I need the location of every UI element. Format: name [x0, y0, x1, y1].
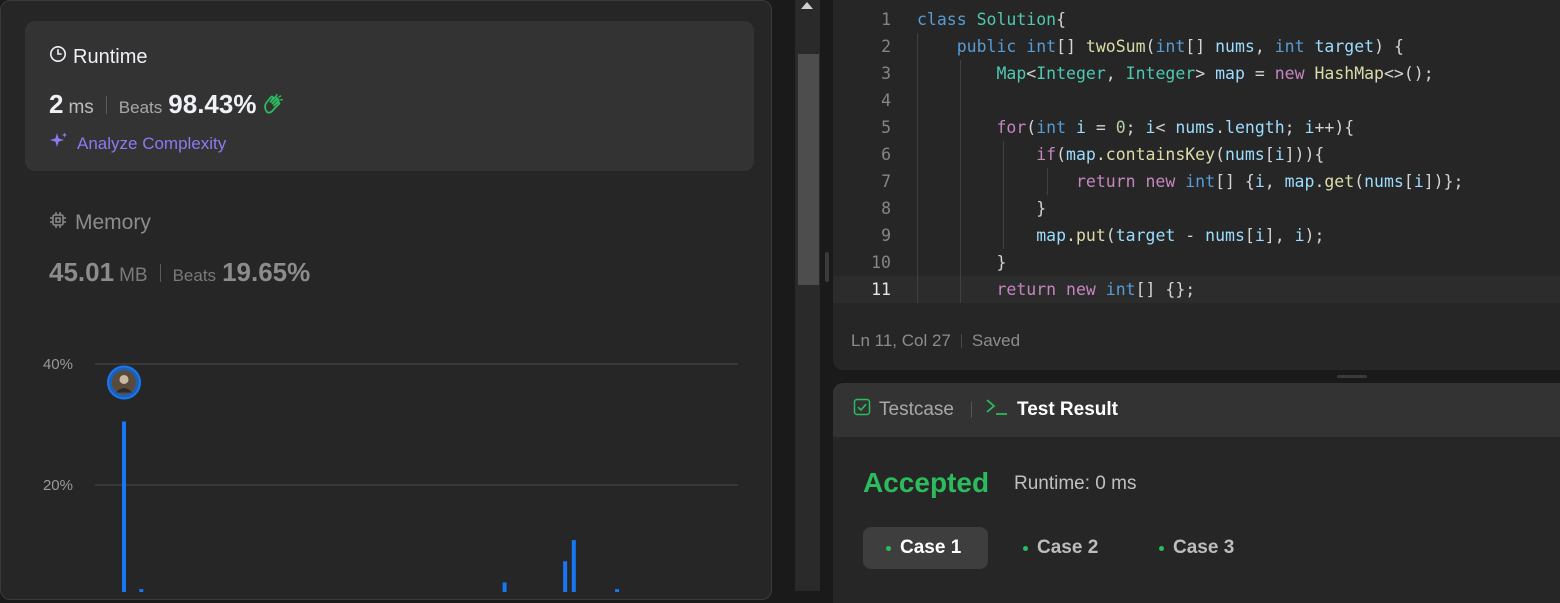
memory-beats-value: 19.65% — [222, 257, 311, 287]
case-label: Case 2 — [1037, 537, 1099, 558]
case-2-button[interactable]: Case 2 — [1000, 527, 1125, 569]
code-line[interactable]: 9 map.put(target - nums[i], i); — [833, 222, 1560, 249]
memory-metric: 45.01 MB Beats 19.65% — [49, 257, 310, 288]
sparkle-icon — [49, 131, 69, 156]
histogram-bar[interactable] — [563, 561, 568, 592]
code-line[interactable]: 7 return new int[] {i, map.get(nums[i])}… — [833, 168, 1560, 195]
runtime-beats-value: 98.43% — [168, 89, 257, 119]
runtime-metric: 2 ms Beats 98.43% — [49, 89, 284, 120]
indent-guide — [1046, 168, 1048, 195]
divider — [960, 334, 962, 348]
code-text: for(int i = 0; i< nums.length; i++){ — [996, 118, 1355, 137]
case-label: Case 3 — [1173, 537, 1235, 558]
runtime-card[interactable]: Runtime 2 ms Beats 98.43% Analyze Comple… — [25, 21, 754, 171]
memory-card[interactable]: Memory — [49, 211, 151, 235]
code-line[interactable]: 10 } — [833, 249, 1560, 276]
indent-guide — [917, 33, 918, 303]
analyze-complexity-link[interactable]: Analyze Complexity — [49, 131, 226, 156]
line-number: 5 — [881, 118, 891, 137]
cursor-position: Ln 11, Col 27 — [851, 331, 951, 350]
runtime-unit: ms — [68, 97, 94, 118]
runtime-distribution-chart[interactable]: 20% 40% — [1, 331, 771, 592]
case-label: Case 1 — [900, 537, 962, 558]
memory-title-label: Memory — [75, 211, 151, 234]
chip-icon — [49, 211, 67, 235]
code-text: return new int[] {}; — [996, 280, 1196, 299]
editor-statusbar: Ln 11, Col 27 Saved — [851, 331, 1020, 351]
code-line[interactable]: 3 Map<Integer, Integer> map = new HashMa… — [833, 60, 1560, 87]
code-text: } — [1036, 199, 1047, 218]
clock-icon — [49, 45, 67, 69]
code-text: if(map.containsKey(nums[i])){ — [1036, 145, 1325, 164]
y-tick-label: 40% — [43, 356, 73, 373]
line-number: 3 — [881, 64, 891, 83]
line-number: 9 — [881, 226, 891, 245]
result-runtime: Runtime: 0 ms — [1014, 473, 1137, 494]
code-line[interactable]: 6 if(map.containsKey(nums[i])){ — [833, 141, 1560, 168]
code-text: class Solution{ — [917, 10, 1067, 29]
memory-unit: MB — [119, 265, 148, 286]
code-text: map.put(target - nums[i], i); — [1036, 226, 1325, 245]
tab-test-result-label: Test Result — [1017, 399, 1119, 420]
code-text: public int[] twoSum(int[] nums, int targ… — [956, 37, 1404, 56]
code-line[interactable]: 1 class Solution{ — [833, 6, 1560, 33]
memory-value: 45.01 — [49, 257, 115, 287]
pass-dot-icon — [1159, 545, 1164, 551]
runtime-title: Runtime — [49, 45, 147, 69]
divider — [971, 402, 972, 418]
tab-test-result[interactable]: Test Result — [985, 383, 1118, 437]
tab-testcase[interactable]: Testcase — [853, 383, 954, 437]
indent-guide — [1003, 141, 1005, 249]
divider — [159, 263, 161, 282]
histogram-bar[interactable] — [571, 540, 576, 592]
code-text: return new int[] {i, map.get(nums[i])}; — [1075, 172, 1464, 191]
code-line[interactable]: 11 return new int[] {}; — [833, 276, 1560, 303]
scrollbar-thumb[interactable] — [798, 54, 819, 285]
case-1-button[interactable]: Case 1 — [863, 527, 988, 569]
indent-guide — [960, 60, 962, 303]
tab-testcase-label: Testcase — [879, 399, 954, 420]
memory-beats-label: Beats — [172, 266, 217, 285]
analyze-complexity-label: Analyze Complexity — [77, 133, 227, 153]
pass-dot-icon — [886, 545, 891, 551]
line-number: 11 — [871, 280, 891, 299]
runtime-title-label: Runtime — [73, 45, 148, 68]
clapping-hands-icon — [262, 93, 284, 116]
test-result-panel: Testcase Test Result Accepted Runtime: 0… — [833, 383, 1560, 603]
vertical-resize-handle[interactable] — [825, 252, 829, 282]
line-number: 7 — [881, 172, 891, 191]
pass-dot-icon — [1023, 545, 1028, 551]
code-editor[interactable]: 1 class Solution{ 2 public int[] twoSum(in… — [833, 6, 1560, 306]
code-line[interactable]: 2 public int[] twoSum(int[] nums, int ta… — [833, 33, 1560, 60]
line-number: 4 — [881, 91, 891, 110]
code-text: Map<Integer, Integer> map = new HashMap<… — [996, 64, 1434, 83]
terminal-icon — [985, 398, 1009, 422]
tabs-bar: Testcase Test Result — [833, 383, 1560, 437]
runtime-value: 2 — [49, 89, 64, 119]
line-number: 10 — [871, 253, 891, 272]
case-3-button[interactable]: Case 3 — [1136, 527, 1261, 569]
line-number: 2 — [881, 37, 891, 56]
user-avatar-marker[interactable] — [107, 365, 141, 400]
y-tick-label: 20% — [43, 477, 73, 494]
line-number: 8 — [881, 199, 891, 218]
histogram-bar[interactable] — [122, 421, 126, 592]
divider — [105, 95, 107, 114]
line-number: 6 — [881, 145, 891, 164]
line-number: 1 — [881, 10, 891, 29]
code-line[interactable]: 8 } — [833, 195, 1560, 222]
result-status: Accepted — [863, 467, 990, 498]
runtime-beats-label: Beats — [118, 98, 163, 117]
code-line[interactable]: 5 for(int i = 0; i< nums.length; i++){ — [833, 114, 1560, 141]
horizontal-resize-handle[interactable] — [1337, 375, 1367, 378]
checkbox-icon — [853, 398, 871, 422]
scroll-up-arrow-icon[interactable] — [801, 2, 813, 9]
code-line[interactable]: 4 — [833, 87, 1560, 114]
save-status: Saved — [971, 331, 1021, 350]
code-text: } — [996, 253, 1007, 272]
submission-stats-panel: Runtime 2 ms Beats 98.43% Analyze Comple… — [0, 0, 772, 600]
